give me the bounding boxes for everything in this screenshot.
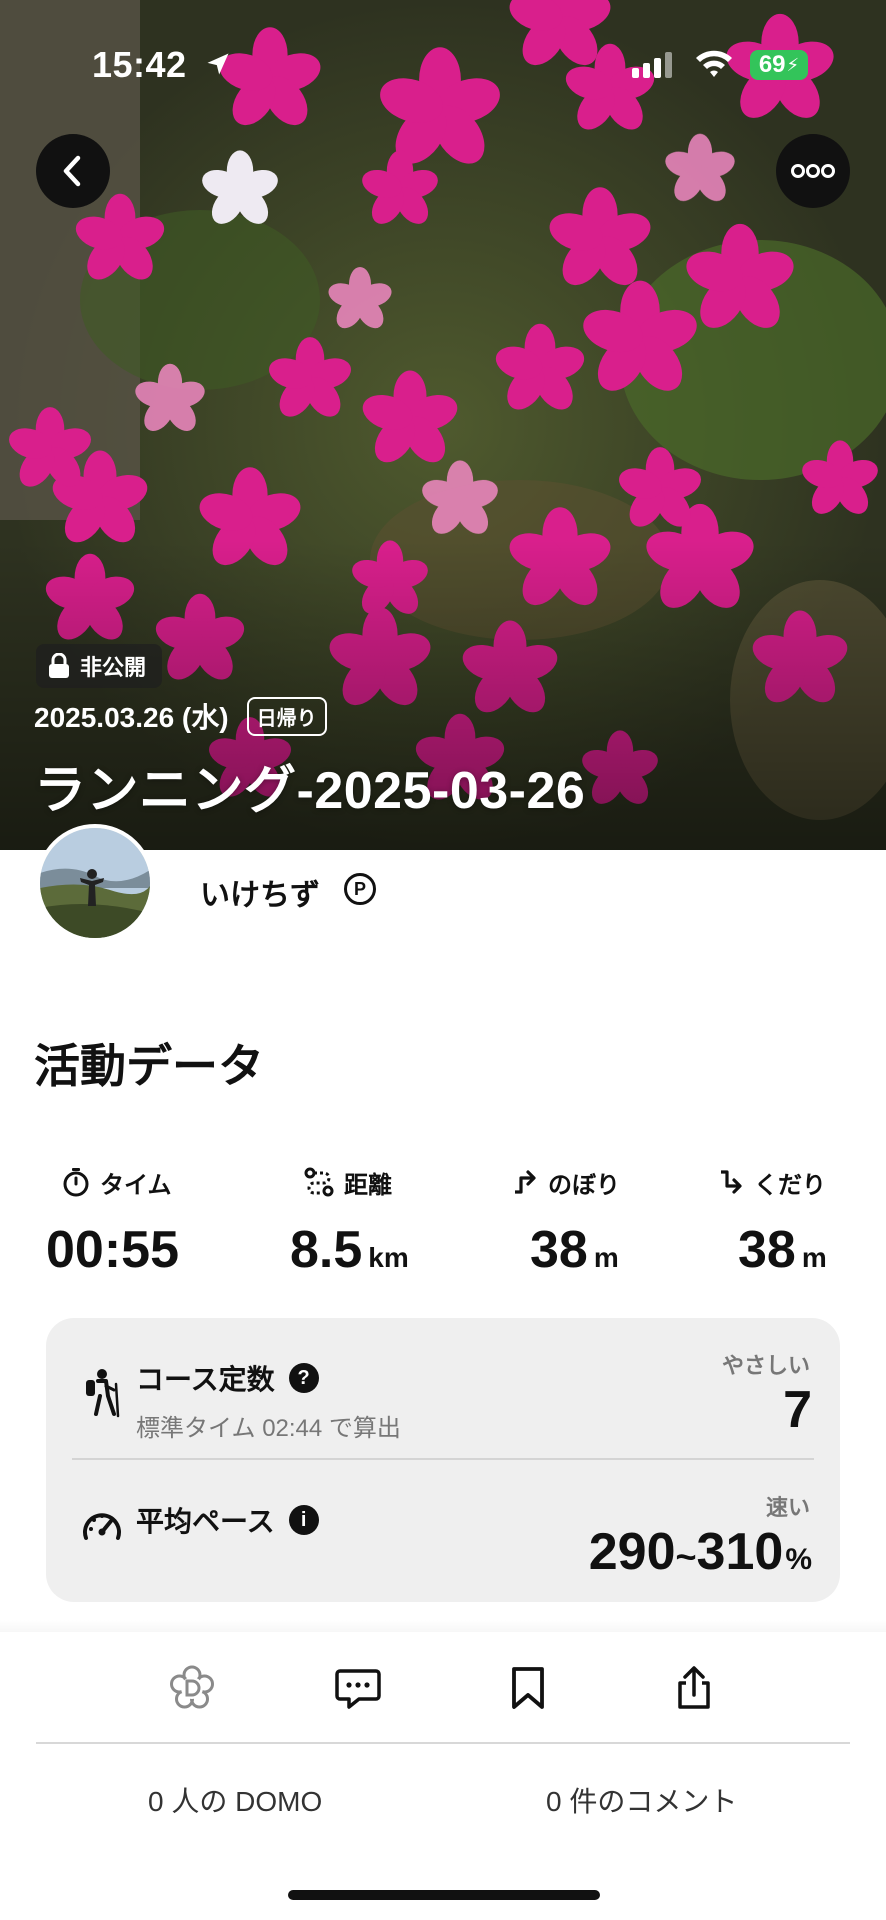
- course-pace-card: コース定数 ? 標準タイム 02:44 で算出 やさしい 7 平均ペース i 速…: [46, 1318, 840, 1602]
- info-icon[interactable]: i: [288, 1505, 319, 1535]
- course-standard-time: 標準タイム 02:44 で算出: [136, 1415, 401, 1442]
- stat-descent-label-row: くだり: [718, 1164, 886, 1200]
- action-bar: [0, 1632, 886, 1742]
- stat-descent: くだり 38 m: [718, 1164, 886, 1280]
- descent-arrow-icon: [721, 1170, 742, 1194]
- location-arrow-icon: [207, 53, 229, 75]
- course-constant-title: コース定数: [136, 1364, 275, 1395]
- status-time: 15:42: [92, 44, 187, 85]
- home-indicator: [288, 1890, 600, 1900]
- domo-flower-icon: [170, 1665, 214, 1709]
- comment-count[interactable]: 0 件のコメント: [546, 1780, 737, 1820]
- stat-ascent-label-row: のぼり: [512, 1164, 722, 1200]
- comment-button[interactable]: [330, 1660, 386, 1716]
- premium-badge: P: [344, 873, 376, 905]
- speedometer-icon: [83, 1513, 121, 1540]
- stat-time-label-row: タイム: [46, 1164, 256, 1200]
- lock-icon: [49, 653, 69, 678]
- trip-type-tag: 日帰り: [246, 696, 327, 736]
- comment-icon: [335, 1669, 381, 1709]
- bookmark-button[interactable]: [500, 1660, 556, 1716]
- ellipsis-icon: [791, 164, 835, 178]
- pace-low: 290: [588, 1523, 676, 1581]
- course-constant-value: 7: [783, 1381, 812, 1439]
- average-pace-row: 平均ペース i 速い 290~310%: [46, 1460, 840, 1600]
- battery-level: 69: [758, 51, 786, 78]
- chevron-left-icon: [63, 155, 81, 187]
- stopwatch-icon: [63, 1168, 89, 1197]
- bookmark-icon: [512, 1667, 544, 1709]
- signal-icon: [632, 52, 672, 78]
- stat-descent-number: 38: [738, 1221, 796, 1279]
- status-bar: 15:42 69 ⚡: [0, 0, 886, 130]
- domo-count[interactable]: 0 人の DOMO: [148, 1780, 322, 1820]
- activity-date-row: 2025.03.26 (水) 日帰り: [34, 696, 327, 736]
- private-badge: 非公開: [36, 644, 163, 688]
- avatar-image: [40, 828, 150, 938]
- pace-level-label: 速い: [765, 1495, 810, 1520]
- stat-time-number: 00:55: [46, 1221, 179, 1279]
- route-icon: [304, 1167, 334, 1197]
- pace-unit: %: [785, 1543, 812, 1576]
- course-constant-row: コース定数 ? 標準タイム 02:44 で算出 やさしい 7: [46, 1318, 840, 1458]
- course-difficulty-label: やさしい: [721, 1353, 810, 1378]
- author-name[interactable]: いけちず: [200, 870, 320, 914]
- activity-title: ランニング-2025-03-26: [34, 762, 586, 820]
- stat-descent-value: 38 m: [718, 1220, 886, 1280]
- stat-descent-label: くだり: [754, 1171, 826, 1199]
- stat-ascent-unit: m: [593, 1242, 619, 1273]
- pace-tilde: ~: [675, 1536, 697, 1577]
- battery-charging-icon: ⚡: [786, 54, 800, 75]
- actions-divider: [36, 1742, 850, 1744]
- battery-indicator: 69 ⚡: [750, 50, 808, 80]
- help-icon[interactable]: ?: [288, 1363, 319, 1393]
- stat-ascent-value: 38 m: [512, 1220, 722, 1280]
- share-icon: [678, 1666, 710, 1709]
- back-button[interactable]: [36, 134, 110, 208]
- stat-ascent-number: 38: [530, 1221, 588, 1279]
- stat-distance-number: 8.5: [290, 1221, 363, 1279]
- activity-date: 2025.03.26 (水): [34, 702, 229, 733]
- stat-ascent: のぼり 38 m: [512, 1164, 722, 1280]
- average-pace-value: 290~310%: [589, 1522, 812, 1582]
- stat-ascent-label: のぼり: [548, 1171, 620, 1199]
- more-options-button[interactable]: [776, 134, 850, 208]
- stat-time-label: タイム: [100, 1171, 172, 1199]
- private-label: 非公開: [80, 655, 147, 680]
- course-constant-title-row: コース定数 ?: [136, 1358, 319, 1398]
- wifi-icon: [696, 50, 732, 77]
- average-pace-title: 平均ペース: [136, 1506, 275, 1537]
- stat-time: タイム 00:55: [46, 1164, 256, 1280]
- avatar[interactable]: [36, 824, 154, 942]
- ascent-arrow-icon: [515, 1170, 536, 1194]
- pace-high: 310: [696, 1523, 784, 1581]
- stat-time-value: 00:55: [46, 1220, 256, 1280]
- section-title: 活動データ: [34, 1040, 264, 1092]
- stat-distance: 距離 8.5 km: [290, 1164, 500, 1280]
- domo-button[interactable]: [164, 1660, 220, 1716]
- stat-distance-value: 8.5 km: [290, 1220, 500, 1280]
- share-button[interactable]: [666, 1660, 722, 1716]
- hiker-icon: [86, 1369, 120, 1418]
- average-pace-title-row: 平均ペース i: [136, 1500, 319, 1540]
- stat-distance-label: 距離: [344, 1171, 392, 1199]
- stat-distance-label-row: 距離: [290, 1164, 500, 1200]
- stat-distance-unit: km: [368, 1242, 409, 1273]
- stat-descent-unit: m: [801, 1242, 827, 1273]
